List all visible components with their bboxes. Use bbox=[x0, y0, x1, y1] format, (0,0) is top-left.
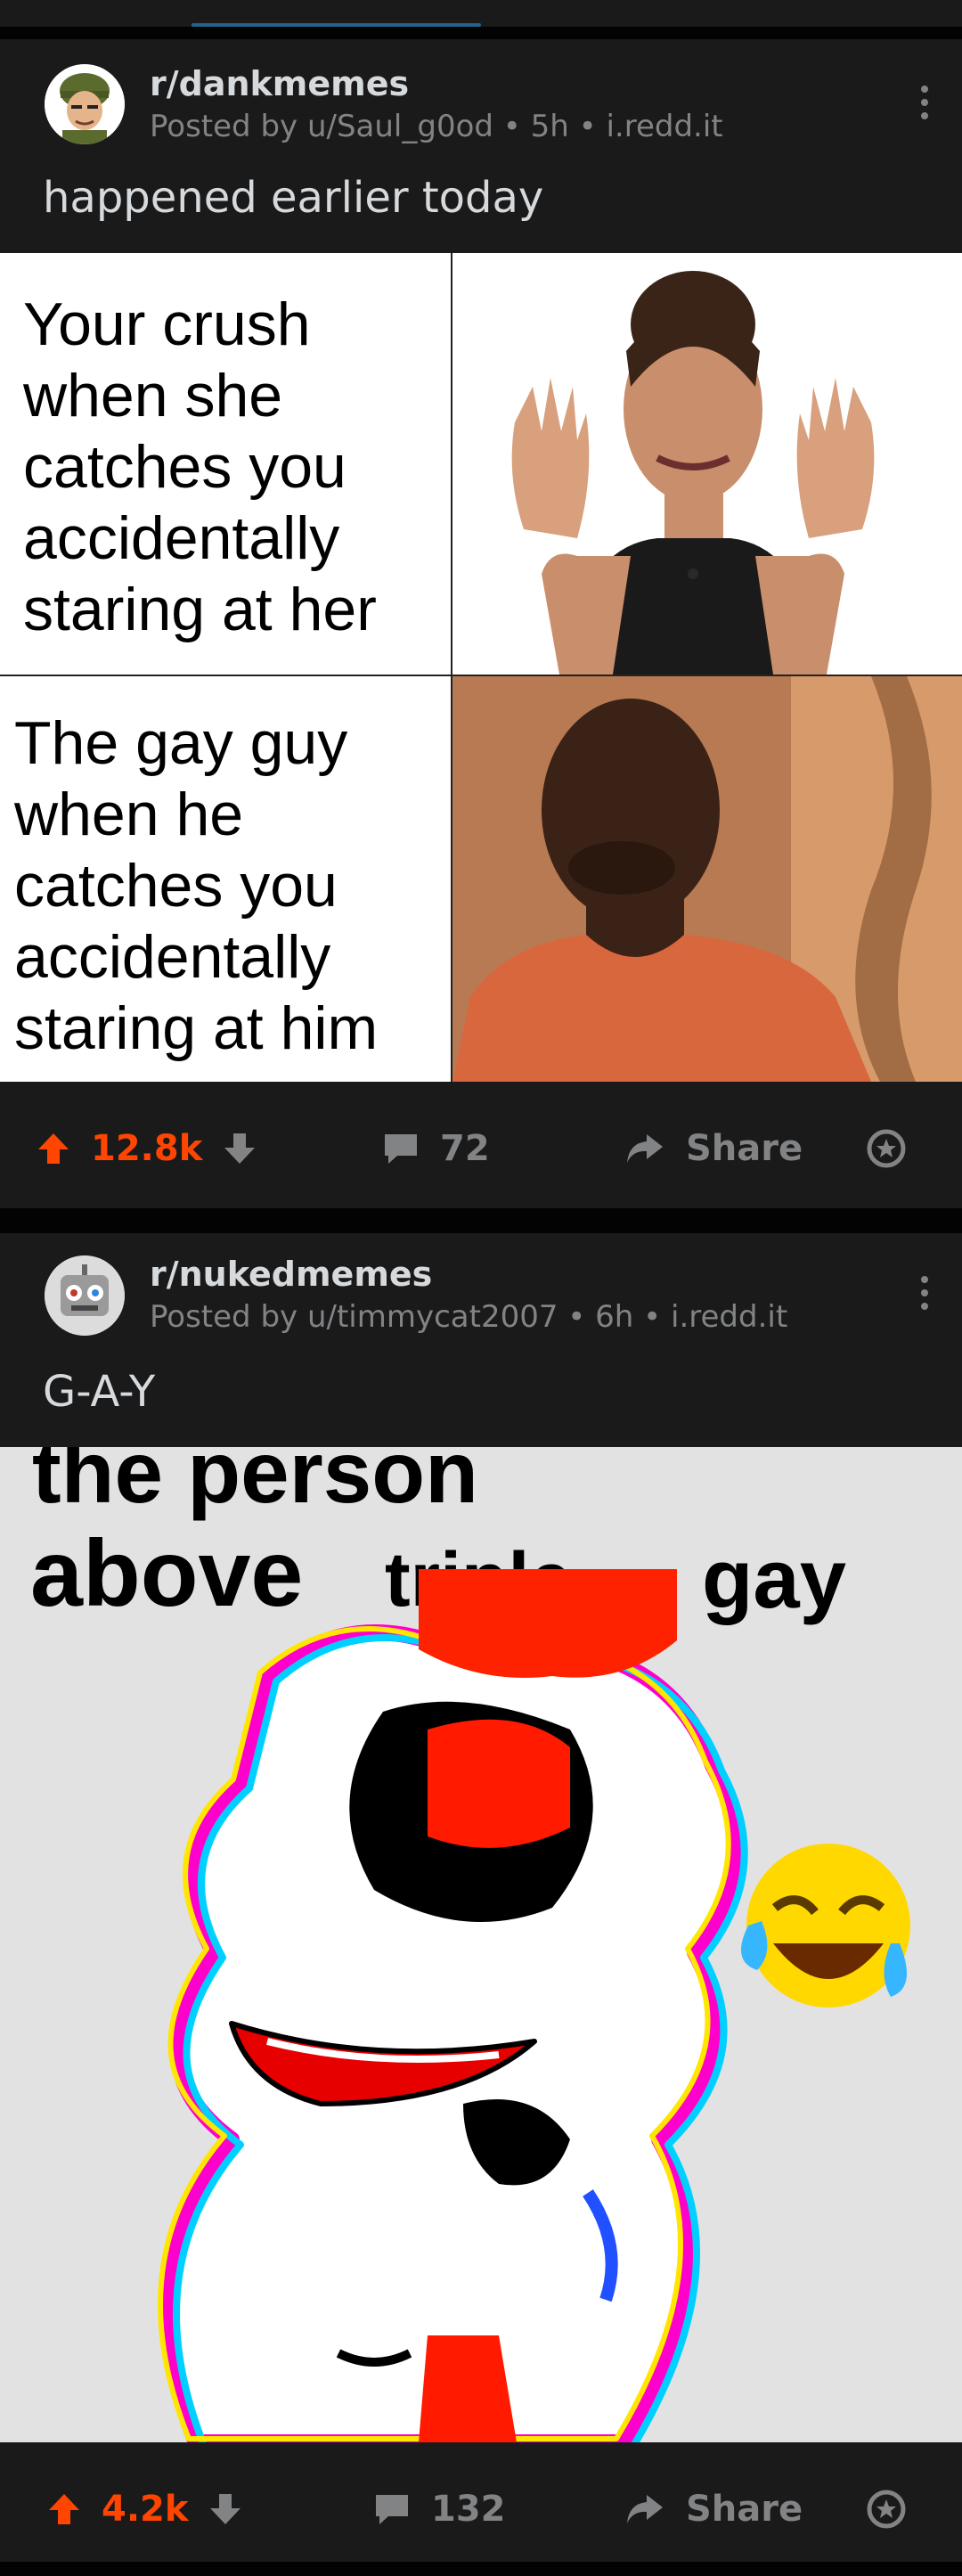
share-arrow-icon bbox=[627, 1134, 663, 1163]
downvote-arrow-icon[interactable] bbox=[222, 1131, 257, 1166]
comment-bubble-icon bbox=[385, 1134, 417, 1164]
award-button[interactable] bbox=[866, 1082, 907, 1215]
vote-group: 4.2k bbox=[46, 2442, 243, 2576]
post-image[interactable]: Your crush when she catches you accident… bbox=[0, 253, 962, 1082]
post-card[interactable]: r/dankmemes Posted by u/Saul_g0od • 5h •… bbox=[0, 39, 962, 1208]
meme-divider-horizontal bbox=[0, 675, 962, 676]
top-tab-strip bbox=[0, 0, 962, 27]
share-button[interactable]: Share bbox=[624, 1082, 803, 1215]
more-options-icon[interactable] bbox=[914, 86, 935, 119]
post-action-bar: 4.2k 132 Share bbox=[0, 2442, 962, 2576]
post-title[interactable]: G-A-Y bbox=[43, 1367, 155, 1417]
vote-score: 4.2k bbox=[102, 2489, 189, 2530]
meme-divider-vertical bbox=[451, 253, 452, 1082]
subreddit-avatar[interactable] bbox=[45, 64, 125, 144]
vote-score: 12.8k bbox=[91, 1128, 203, 1169]
meme-caption-line1: the person bbox=[32, 1447, 478, 1521]
deepfried-cartoon-image bbox=[158, 1569, 910, 2442]
more-options-icon[interactable] bbox=[914, 1276, 935, 1310]
subreddit-name[interactable]: r/nukedmemes bbox=[150, 1255, 432, 1294]
share-button[interactable]: Share bbox=[624, 2442, 803, 2576]
post-action-bar: 12.8k 72 Share bbox=[0, 1082, 962, 1215]
subreddit-avatar[interactable] bbox=[45, 1255, 125, 1336]
downvote-arrow-icon[interactable] bbox=[208, 2491, 243, 2527]
comment-bubble-icon bbox=[376, 2495, 408, 2524]
crying-laughing-emoji-icon bbox=[741, 1844, 910, 2008]
post-header: r/nukedmemes Posted by u/timmycat2007 • … bbox=[0, 1233, 962, 1340]
share-label: Share bbox=[686, 1128, 803, 1169]
share-label: Share bbox=[686, 2489, 803, 2530]
man-image bbox=[452, 676, 962, 1082]
upvote-arrow-icon[interactable] bbox=[46, 2491, 82, 2527]
comments-button[interactable]: 72 bbox=[381, 1082, 490, 1215]
post-image[interactable]: the person above triple gay bbox=[0, 1447, 962, 2442]
vote-group: 12.8k bbox=[36, 1082, 257, 1215]
comment-count: 72 bbox=[440, 1128, 490, 1169]
award-icon bbox=[867, 2490, 906, 2529]
meme-bottom-text: The gay guy when he catches you accident… bbox=[14, 709, 379, 1062]
share-arrow-icon bbox=[627, 2495, 663, 2523]
nuked-robot-avatar-icon bbox=[45, 1255, 125, 1336]
award-button[interactable] bbox=[866, 2442, 907, 2576]
active-tab-indicator bbox=[192, 23, 481, 27]
award-icon bbox=[867, 1129, 906, 1168]
post-title[interactable]: happened earlier today bbox=[43, 173, 543, 223]
subreddit-name[interactable]: r/dankmemes bbox=[150, 64, 409, 103]
post-separator bbox=[0, 1208, 962, 1233]
post-header: r/dankmemes Posted by u/Saul_g0od • 5h •… bbox=[0, 39, 962, 146]
comments-button[interactable]: 132 bbox=[372, 2442, 506, 2576]
comment-count: 132 bbox=[431, 2489, 506, 2530]
post-meta[interactable]: Posted by u/timmycat2007 • 6h • i.redd.i… bbox=[150, 1299, 787, 1335]
soldier-avatar-icon bbox=[45, 64, 125, 144]
post-card[interactable]: r/nukedmemes Posted by u/timmycat2007 • … bbox=[0, 1233, 962, 2562]
upvote-arrow-icon[interactable] bbox=[36, 1131, 71, 1166]
post-meta[interactable]: Posted by u/Saul_g0od • 5h • i.redd.it bbox=[150, 109, 723, 144]
meme-top-text: Your crush when she catches you accident… bbox=[23, 290, 377, 643]
woman-image bbox=[452, 253, 962, 675]
